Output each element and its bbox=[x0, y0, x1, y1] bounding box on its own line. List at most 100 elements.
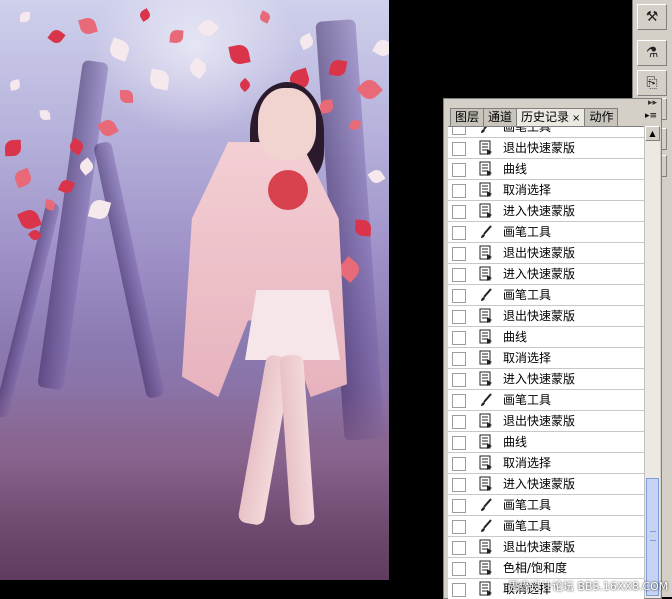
history-state-row[interactable]: 画笔工具 bbox=[448, 495, 644, 516]
history-source-checkbox[interactable] bbox=[452, 289, 466, 303]
history-source-checkbox[interactable] bbox=[452, 310, 466, 324]
history-source-checkbox[interactable] bbox=[452, 247, 466, 261]
navigator-icon[interactable]: ⚗ bbox=[637, 40, 667, 66]
panel-tabs: 图层 通道 历史记录 × 动作 bbox=[450, 108, 619, 127]
brush-icon bbox=[478, 518, 494, 534]
history-state-label: 进入快速蒙版 bbox=[503, 477, 576, 491]
history-state-label: 退出快速蒙版 bbox=[503, 414, 576, 428]
history-state-row[interactable]: 曲线 bbox=[448, 432, 644, 453]
leaf bbox=[4, 139, 22, 157]
history-state-row[interactable]: 曲线 bbox=[448, 327, 644, 348]
tab-history[interactable]: 历史记录 × bbox=[516, 108, 586, 127]
history-source-checkbox[interactable] bbox=[452, 184, 466, 198]
history-state-label: 曲线 bbox=[503, 435, 528, 449]
girl-skirt bbox=[245, 290, 340, 360]
close-icon[interactable]: × bbox=[572, 113, 580, 124]
leaf bbox=[297, 32, 316, 51]
panel-title-bar[interactable]: ▸▸ bbox=[444, 98, 661, 108]
history-state-label: 色相/饱和度 bbox=[503, 561, 568, 575]
tab-layers[interactable]: 图层 bbox=[450, 108, 485, 126]
history-source-checkbox[interactable] bbox=[452, 226, 466, 240]
history-state-label: 进入快速蒙版 bbox=[503, 204, 576, 218]
document-icon bbox=[478, 245, 494, 261]
history-source-checkbox[interactable] bbox=[452, 562, 466, 576]
scroll-up-arrow-icon[interactable]: ▲ bbox=[645, 126, 660, 141]
history-state-pointer-icon[interactable] bbox=[466, 583, 473, 593]
forest-floor bbox=[0, 390, 389, 580]
document-icon bbox=[478, 371, 494, 387]
brush-icon bbox=[478, 497, 494, 513]
leaf bbox=[237, 77, 253, 93]
history-source-checkbox[interactable] bbox=[452, 541, 466, 555]
history-source-checkbox[interactable] bbox=[452, 520, 466, 534]
history-source-checkbox[interactable] bbox=[452, 268, 466, 282]
history-source-checkbox[interactable] bbox=[452, 499, 466, 513]
panel-menu-icon[interactable]: ▸≡ bbox=[645, 111, 657, 121]
history-state-row[interactable]: 色相/饱和度 bbox=[448, 558, 644, 579]
history-state-row[interactable]: 退出快速蒙版 bbox=[448, 306, 644, 327]
info-icon[interactable]: ⎘ bbox=[637, 70, 667, 96]
leaf bbox=[367, 167, 386, 186]
leaf bbox=[20, 12, 30, 22]
brush-icon bbox=[478, 127, 494, 135]
history-source-checkbox[interactable] bbox=[452, 583, 466, 597]
history-state-label: 画笔工具 bbox=[503, 519, 552, 533]
history-state-row[interactable]: 取消选择 bbox=[448, 348, 644, 369]
history-source-checkbox[interactable] bbox=[452, 415, 466, 429]
document-icon bbox=[478, 350, 494, 366]
history-state-label: 取消选择 bbox=[503, 456, 552, 470]
history-list: 画笔工具 退出快速蒙版 曲线 取消选择 进入快速蒙版 画笔工具 退出快速蒙版 进入快速蒙版 画笔… bbox=[448, 126, 644, 599]
history-state-row[interactable]: 曲线 bbox=[448, 159, 644, 180]
scrollbar[interactable]: ▲ bbox=[644, 126, 660, 598]
history-source-checkbox[interactable] bbox=[452, 331, 466, 345]
history-source-checkbox[interactable] bbox=[452, 436, 466, 450]
history-state-row[interactable]: 画笔工具 bbox=[448, 516, 644, 537]
history-source-checkbox[interactable] bbox=[452, 457, 466, 471]
history-state-row[interactable]: 画笔工具 bbox=[448, 285, 644, 306]
history-state-row[interactable]: 画笔工具 bbox=[448, 390, 644, 411]
history-state-label: 进入快速蒙版 bbox=[503, 267, 576, 281]
history-state-row[interactable]: 画笔工具 bbox=[448, 222, 644, 243]
history-state-label: 退出快速蒙版 bbox=[503, 540, 576, 554]
girl-face bbox=[258, 88, 316, 160]
brush-icon bbox=[478, 287, 494, 303]
history-source-checkbox[interactable] bbox=[452, 373, 466, 387]
history-state-row[interactable]: 进入快速蒙版 bbox=[448, 369, 644, 390]
history-source-checkbox[interactable] bbox=[452, 142, 466, 156]
document-icon bbox=[478, 560, 494, 576]
history-source-checkbox[interactable] bbox=[452, 127, 466, 135]
leaf bbox=[186, 56, 210, 80]
document-icon bbox=[478, 476, 494, 492]
document-icon bbox=[478, 413, 494, 429]
history-source-checkbox[interactable] bbox=[452, 394, 466, 408]
history-state-row[interactable]: 进入快速蒙版 bbox=[448, 201, 644, 222]
history-state-row[interactable]: 取消选择 bbox=[448, 180, 644, 201]
leaf bbox=[17, 207, 42, 232]
document-icon bbox=[478, 266, 494, 282]
history-state-row[interactable]: 进入快速蒙版 bbox=[448, 474, 644, 495]
history-state-label: 取消选择 bbox=[503, 351, 552, 365]
history-state-label: 画笔工具 bbox=[503, 498, 552, 512]
history-source-checkbox[interactable] bbox=[452, 352, 466, 366]
history-state-row[interactable]: 取消选择 bbox=[448, 453, 644, 474]
tool-preset-icon[interactable]: ⚒ bbox=[637, 4, 667, 30]
document-icon bbox=[478, 308, 494, 324]
history-state-label: 画笔工具 bbox=[503, 225, 552, 239]
tab-channels[interactable]: 通道 bbox=[483, 108, 518, 126]
history-state-label: 退出快速蒙版 bbox=[503, 246, 576, 260]
document-icon bbox=[478, 539, 494, 555]
history-state-row[interactable]: 退出快速蒙版 bbox=[448, 411, 644, 432]
history-source-checkbox[interactable] bbox=[452, 478, 466, 492]
history-source-checkbox[interactable] bbox=[452, 205, 466, 219]
history-state-row[interactable]: 退出快速蒙版 bbox=[448, 243, 644, 264]
history-state-row[interactable]: 进入快速蒙版 bbox=[448, 264, 644, 285]
history-source-checkbox[interactable] bbox=[452, 163, 466, 177]
history-state-row[interactable]: 画笔工具 bbox=[448, 127, 644, 138]
history-state-row[interactable]: 退出快速蒙版 bbox=[448, 138, 644, 159]
leaf bbox=[148, 68, 171, 91]
history-state-row[interactable]: 退出快速蒙版 bbox=[448, 537, 644, 558]
leaf bbox=[228, 43, 251, 66]
collapse-icon[interactable]: ▸▸ bbox=[648, 98, 657, 108]
tab-actions[interactable]: 动作 bbox=[584, 108, 619, 126]
leaf bbox=[372, 37, 389, 59]
